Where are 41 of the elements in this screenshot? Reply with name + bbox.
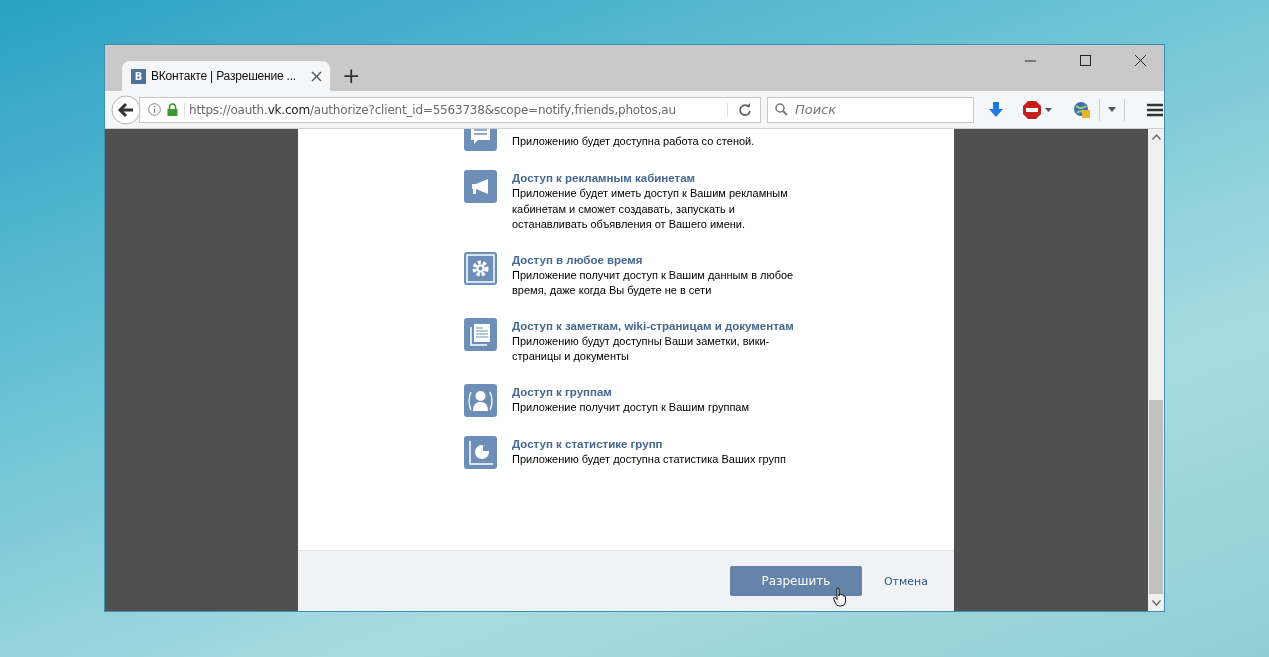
document-icon [464, 317, 497, 351]
settings-icon [464, 251, 497, 285]
scroll-down-icon[interactable] [1151, 600, 1161, 606]
site-favicon: В [131, 68, 146, 84]
search-field[interactable]: Поиск [767, 96, 974, 123]
close-icon[interactable] [1135, 55, 1146, 66]
permission-description: Приложение будет иметь доступ к Вашим рекламным кабинетам и сможет создавать, запускать и останавливать объявления от Вашего имени. [512, 186, 789, 232]
permission-title: Доступ к группам [512, 384, 613, 400]
permission-description: Приложение получит доступ к Вашим данным в любое время, даже когда Вы будете не в сети [512, 267, 795, 298]
permission-title: Доступ в любое время [512, 252, 644, 268]
caret-icon[interactable] [1108, 107, 1116, 112]
permission-title: Доступ к заметкам, wiki-страницам и документам [512, 318, 795, 334]
permission-description: Приложению будет доступна статистика Ваших групп [512, 451, 787, 467]
globe-extension-icon[interactable] [1073, 100, 1091, 119]
megaphone-icon [464, 170, 497, 203]
allow-button[interactable]: Разрешить [729, 566, 862, 596]
browser-tab[interactable]: В ВКонтакте | Разрешение ... [122, 61, 330, 91]
address-bar[interactable]: https://oauth.vk.com/authorize?client_id=5563738&scope=notify,friends,photos,au [139, 96, 761, 123]
maximize-icon[interactable] [1080, 55, 1091, 66]
lock-icon [167, 103, 178, 116]
permission-description: Приложение получит доступ к Вашим группам [512, 399, 750, 415]
permission-title: Доступ к статистике групп [512, 436, 664, 452]
cancel-link[interactable]: Отмена [883, 574, 928, 588]
permission-description: Приложению будут доступны Ваши заметки, вики-страницы и документы [512, 333, 771, 364]
scrollbar[interactable] [1148, 129, 1164, 611]
tab-title: ВКонтакте | Разрешение ... [151, 69, 297, 83]
close-icon[interactable] [311, 70, 322, 82]
info-icon[interactable] [148, 103, 161, 116]
download-arrow-icon[interactable] [989, 101, 1003, 118]
permission-description: Приложению будет доступна работа со стеной. [512, 134, 756, 149]
adblock-icon[interactable] [1023, 100, 1053, 119]
permission-title: Доступ к рекламным кабинетам [512, 171, 697, 186]
person-icon [464, 383, 497, 417]
url-text: https://oauth.vk.com/authorize?client_id=5563738&scope=notify,friends,photos,au [184, 102, 721, 117]
scrollbar-thumb[interactable] [1149, 400, 1163, 594]
search-icon [775, 102, 788, 116]
hand-cursor-icon [832, 587, 847, 607]
scroll-up-icon[interactable] [1151, 134, 1161, 140]
pie-chart-icon [464, 435, 497, 469]
menu-icon[interactable] [1147, 102, 1163, 117]
new-tab-button[interactable]: + [342, 64, 361, 88]
